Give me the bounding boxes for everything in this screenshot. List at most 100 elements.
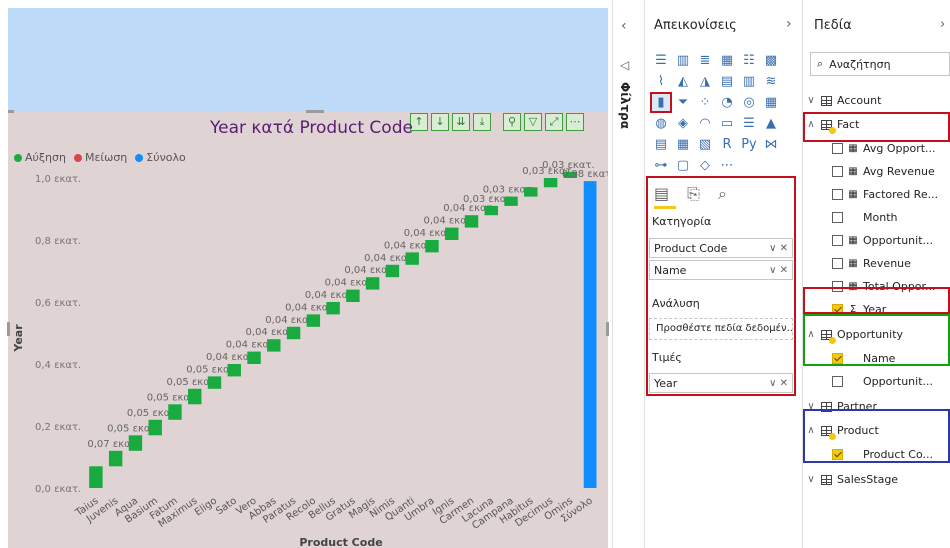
waterfall-bar[interactable] <box>207 376 222 389</box>
area-visual-icon[interactable]: ◭ <box>672 71 694 92</box>
smart-narrative-visual-icon[interactable]: ◇ <box>694 155 716 176</box>
ribbon-visual-icon[interactable]: ≋ <box>760 71 782 92</box>
chevron-down-icon[interactable]: ∨ <box>806 474 816 485</box>
field-remove-icon[interactable]: ∨ ✕ <box>769 243 788 254</box>
chevron-right-icon[interactable]: › <box>786 16 792 32</box>
field-checkbox[interactable] <box>832 235 843 246</box>
100-bar-visual-icon[interactable]: ☷ <box>738 50 760 71</box>
line-visual-icon[interactable]: ⌇ <box>650 71 672 92</box>
waterfall-bar[interactable] <box>346 289 360 302</box>
table-row-salesstage[interactable]: ∨ SalesStage <box>806 473 898 486</box>
r-visual-visual-icon[interactable]: R <box>716 134 738 155</box>
waterfall-bar[interactable] <box>385 264 400 278</box>
waterfall-bar[interactable] <box>188 388 202 405</box>
100-column-visual-icon[interactable]: ▩ <box>760 50 782 71</box>
clustered-bar-visual-icon[interactable]: ≣ <box>694 50 716 71</box>
slicer-visual-icon[interactable]: ▤ <box>650 134 672 155</box>
waterfall-bar[interactable] <box>286 326 301 340</box>
waterfall-bar[interactable] <box>247 351 261 364</box>
waterfall-bar[interactable] <box>128 435 143 451</box>
category-field-name[interactable]: Name ∨ ✕ <box>649 260 793 280</box>
funnel-visual-icon[interactable]: ⏷ <box>672 92 694 113</box>
y-tick-label: 0,8 εκατ. <box>35 236 81 247</box>
waterfall-bar[interactable] <box>306 314 321 327</box>
field-checkbox[interactable] <box>832 258 843 269</box>
more-visual-icon[interactable]: ⋯ <box>716 155 738 176</box>
waterfall-bar[interactable] <box>445 227 459 240</box>
field-row[interactable]: Month <box>832 211 897 224</box>
waterfall-bar[interactable] <box>543 178 558 188</box>
waterfall-bar[interactable] <box>108 450 123 467</box>
waterfall-bar[interactable] <box>484 205 498 216</box>
category-field-product-code[interactable]: Product Code ∨ ✕ <box>649 238 793 258</box>
waterfall-bar[interactable] <box>365 277 380 290</box>
python-visual-visual-icon[interactable]: Py <box>738 134 760 155</box>
waterfall-bar[interactable] <box>425 240 439 253</box>
line-clustered-column-visual-icon[interactable]: ▥ <box>738 71 760 92</box>
field-checkbox[interactable] <box>832 212 843 223</box>
chevron-left-icon[interactable]: ‹ <box>621 18 627 34</box>
line-column-visual-icon[interactable]: ▤ <box>716 71 738 92</box>
field-checkbox[interactable] <box>832 376 843 387</box>
field-row[interactable]: ▦ Avg Opport... <box>832 142 936 155</box>
kpi-visual-icon[interactable]: ▲ <box>760 113 782 134</box>
field-row[interactable]: ▦ Opportunit... <box>832 234 933 247</box>
calculator-icon: ▦ <box>848 189 858 200</box>
fields-pane <box>802 0 950 548</box>
chevron-right-icon[interactable]: › <box>940 17 945 32</box>
field-checkbox[interactable] <box>832 166 843 177</box>
field-checkbox[interactable] <box>832 143 843 154</box>
decomposition-tree-visual-icon[interactable]: ⊶ <box>650 155 672 176</box>
pie-visual-icon[interactable]: ◔ <box>716 92 738 113</box>
waterfall-total-bar[interactable] <box>583 181 597 488</box>
analytics-tab-icon[interactable]: ⌕ <box>718 184 727 204</box>
values-field-year[interactable]: Year ∨ ✕ <box>649 373 793 393</box>
waterfall-bar[interactable] <box>464 215 479 228</box>
category-field-product-code-label: Product Code <box>654 241 728 255</box>
qa-visual-icon[interactable]: ▢ <box>672 155 694 176</box>
field-row[interactable]: ▦ Revenue <box>832 257 911 270</box>
field-name: Opportunit... <box>863 234 933 247</box>
waterfall-bar[interactable] <box>168 404 182 420</box>
clustered-column-visual-icon[interactable]: ▦ <box>716 50 738 71</box>
card-visual-icon[interactable]: ▭ <box>716 113 738 134</box>
waterfall-bar[interactable] <box>524 187 538 197</box>
filters-label[interactable]: Φίλτρα <box>618 82 632 129</box>
table-visual-icon[interactable]: ▦ <box>672 134 694 155</box>
waterfall-bar[interactable] <box>405 252 419 265</box>
field-row[interactable]: ▦ Avg Revenue <box>832 165 935 178</box>
matrix-visual-icon[interactable]: ▧ <box>694 134 716 155</box>
field-row[interactable]: Opportunit... <box>832 375 933 388</box>
waterfall-bar[interactable] <box>267 339 281 352</box>
stacked-area-visual-icon[interactable]: ◮ <box>694 71 716 92</box>
filled-map-visual-icon[interactable]: ◈ <box>672 113 694 134</box>
field-remove-icon[interactable]: ∨ ✕ <box>769 265 788 276</box>
waterfall-visual-icon[interactable]: ▮ <box>650 92 672 113</box>
gauge-visual-icon[interactable]: ◠ <box>694 113 716 134</box>
field-remove-icon[interactable]: ∨ ✕ <box>769 378 788 389</box>
breakdown-drop-zone[interactable]: Προσθέστε πεδία δεδομέν... <box>649 318 793 340</box>
waterfall-bar[interactable] <box>89 466 103 488</box>
fields-title: Πεδία <box>814 18 852 33</box>
waterfall-bar[interactable] <box>227 364 241 377</box>
scatter-visual-icon[interactable]: ⁘ <box>694 92 716 113</box>
waterfall-bar[interactable] <box>504 196 518 206</box>
y-tick-label: 0,6 εκατ. <box>35 298 81 309</box>
field-row[interactable]: ▦ Factored Re... <box>832 188 938 201</box>
key-influencers-visual-icon[interactable]: ⋈ <box>760 134 782 155</box>
stacked-bar-visual-icon[interactable]: ☰ <box>650 50 672 71</box>
multi-row-card-visual-icon[interactable]: ☰ <box>738 113 760 134</box>
field-checkbox[interactable] <box>832 189 843 200</box>
map-visual-icon[interactable]: ◍ <box>650 113 672 134</box>
waterfall-bar[interactable] <box>326 302 340 315</box>
treemap-visual-icon[interactable]: ▦ <box>760 92 782 113</box>
field-name: Month <box>863 211 898 224</box>
chevron-down-icon[interactable]: ∨ <box>806 95 816 106</box>
waterfall-bar[interactable] <box>148 419 162 436</box>
stacked-column-visual-icon[interactable]: ▥ <box>672 50 694 71</box>
fields-search-input[interactable]: ⌕ Αναζήτηση <box>810 52 950 76</box>
table-row-account[interactable]: ∨ Account <box>806 94 881 107</box>
fields-tab-icon[interactable]: ▤ <box>654 184 669 204</box>
format-tab-icon[interactable]: ⎘ <box>687 184 700 204</box>
donut-visual-icon[interactable]: ◎ <box>738 92 760 113</box>
